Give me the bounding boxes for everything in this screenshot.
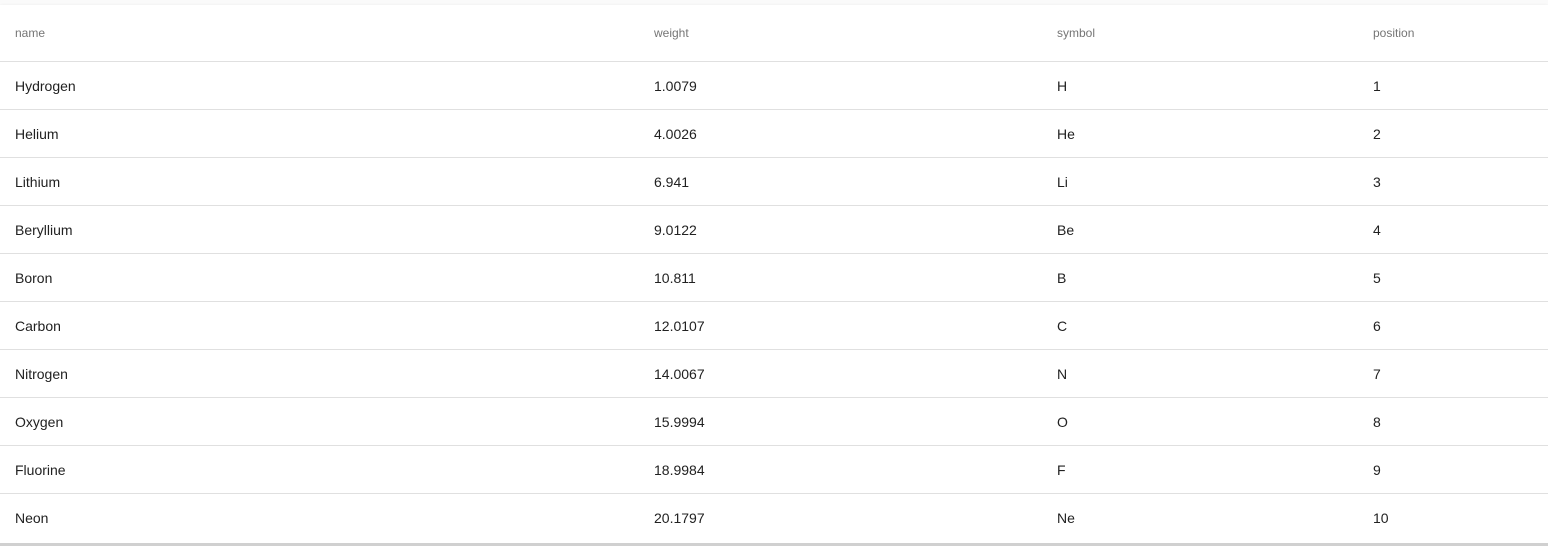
table-row: Fluorine 18.9984 F 9 — [0, 445, 1548, 494]
cell-symbol: H — [1057, 61, 1373, 110]
cell-symbol: C — [1057, 301, 1373, 350]
cell-weight: 15.9994 — [654, 397, 1057, 446]
table-body: Hydrogen 1.0079 H 1 Helium 4.0026 He 2 Lithium 6.… — [0, 61, 1548, 542]
cell-weight: 12.0107 — [654, 301, 1057, 350]
table-row: Hydrogen 1.0079 H 1 — [0, 61, 1548, 110]
cell-position: 3 — [1373, 157, 1548, 206]
cell-symbol: Ne — [1057, 509, 1075, 526]
cell-position: 5 — [1373, 253, 1548, 302]
cell-name: Carbon — [0, 301, 654, 350]
table-row: Lithium 6.941 Li 3 — [0, 157, 1548, 206]
cell-position: 6 — [1373, 301, 1548, 350]
column-header-position: position — [1373, 5, 1548, 62]
cell-weight: 1.0079 — [654, 61, 1057, 110]
table-row: Oxygen 15.9994 O 8 — [0, 397, 1548, 446]
cell-symbol: O — [1057, 397, 1373, 446]
cell-weight: 18.9984 — [654, 445, 1057, 494]
header-row: name weight symbol position — [0, 5, 1548, 62]
cell-name: Beryllium — [0, 205, 654, 254]
column-header-weight: weight — [654, 5, 1057, 62]
cell-name: Oxygen — [0, 397, 654, 446]
cell-position: 8 — [1373, 397, 1548, 446]
cell-symbol: Li — [1057, 157, 1373, 206]
cell-name: Helium — [0, 109, 654, 158]
cell-symbol: He — [1057, 109, 1373, 158]
cell-symbol: Be — [1057, 205, 1373, 254]
table-row: Beryllium 9.0122 Be 4 — [0, 205, 1548, 254]
cell-position: 7 — [1373, 349, 1548, 398]
table-row: Neon 20.1797 Ne 10 — [0, 494, 1548, 542]
cell-name: Neon — [15, 509, 49, 526]
cell-symbol: F — [1057, 445, 1373, 494]
table-header: name weight symbol position — [0, 5, 1548, 62]
cell-position: 10 — [1373, 509, 1389, 526]
table-row: Boron 10.811 B 5 — [0, 253, 1548, 302]
cell-weight: 9.0122 — [654, 205, 1057, 254]
cell-position: 9 — [1373, 445, 1548, 494]
cell-name: Nitrogen — [0, 349, 654, 398]
table-row: Carbon 12.0107 C 6 — [0, 301, 1548, 350]
column-header-name: name — [0, 5, 654, 62]
cell-weight: 14.0067 — [654, 349, 1057, 398]
cell-weight: 20.1797 — [654, 509, 705, 526]
cell-symbol: B — [1057, 253, 1373, 302]
elements-table-container: name weight symbol position Hydrogen 1.00… — [0, 5, 1548, 546]
table-row: Helium 4.0026 He 2 — [0, 109, 1548, 158]
cell-weight: 6.941 — [654, 157, 1057, 206]
cell-name: Lithium — [0, 157, 654, 206]
cell-name: Hydrogen — [0, 61, 654, 110]
cell-weight: 4.0026 — [654, 109, 1057, 158]
cell-position: 1 — [1373, 61, 1548, 110]
cell-name: Boron — [0, 253, 654, 302]
cell-position: 2 — [1373, 109, 1548, 158]
elements-table: name weight symbol position Hydrogen 1.00… — [0, 5, 1548, 541]
table-row: Nitrogen 14.0067 N 7 — [0, 349, 1548, 398]
column-header-symbol: symbol — [1057, 5, 1373, 62]
cell-weight: 10.811 — [654, 253, 1057, 302]
cell-name: Fluorine — [0, 445, 654, 494]
page: name weight symbol position Hydrogen 1.00… — [0, 0, 1548, 546]
cell-symbol: N — [1057, 349, 1373, 398]
cell-position: 4 — [1373, 205, 1548, 254]
